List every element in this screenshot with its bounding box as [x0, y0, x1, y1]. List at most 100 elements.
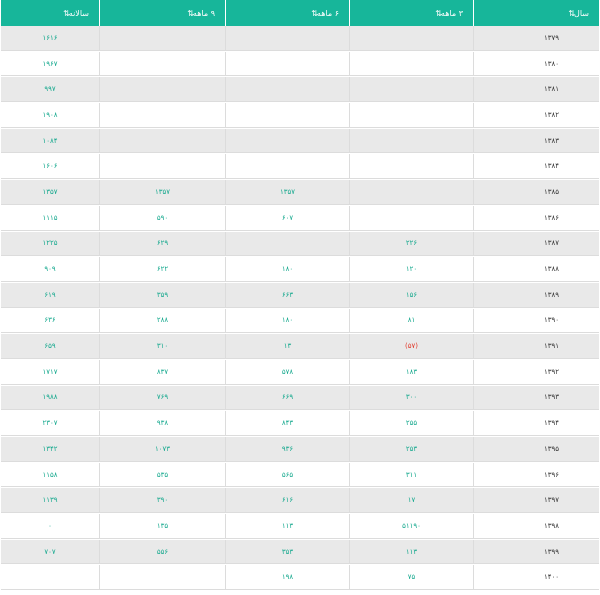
cell-year: ۱۳۹۵ — [473, 437, 599, 462]
table-row: ۱۳۸۵ ۱۳۵۷ ۱۳۵۷ ۱۳۵۷ — [1, 180, 599, 206]
cell-9-month: ۶۲۹ — [99, 231, 225, 257]
cell-3-month — [349, 205, 473, 231]
cell-3-month: ۱۸۳ — [349, 359, 473, 385]
cell-annual: ۱۹۶۷ — [1, 51, 99, 77]
cell-annual: ۰ — [1, 514, 99, 539]
cell-9-month: ۹۳۸ — [99, 411, 225, 436]
table-row: ۱۳۸۱ ۹۹۷ — [1, 77, 599, 104]
table-row: ۱۳۸۶ ۶۰۷ ۵۹۰ ۱۱۱۵ — [1, 205, 599, 232]
cell-6-month — [225, 231, 349, 257]
cell-3-month — [349, 128, 473, 154]
cell-year: ۱۳۸۰ — [473, 51, 599, 77]
col-header-9-month[interactable]: ۹ ماهه ⇅ — [99, 0, 225, 26]
table-row: ۱۳۸۲ ۱۹۰۸ — [1, 103, 599, 129]
cell-annual: ۹۹۷ — [1, 77, 99, 103]
cell-6-month: ۵۶۵ — [225, 462, 349, 488]
table-row: ۱۳۹۷ ۱۷ ۶۱۶ ۳۹۰ ۱۱۳۹ — [1, 488, 599, 515]
cell-annual: ۹۰۹ — [1, 257, 99, 282]
cell-6-month: ۳۵۳ — [225, 539, 349, 565]
sort-icon[interactable]: ⇅ — [568, 9, 575, 18]
col-header-label: سال — [574, 8, 589, 18]
col-header-label: ۳ ماهه — [440, 8, 463, 18]
cell-year: ۱۳۸۹ — [473, 282, 599, 308]
cell-annual: ۱۶۰۶ — [1, 154, 99, 180]
cell-6-month: ۱۸۰ — [225, 257, 349, 282]
table-row: ۱۳۹۶ ۳۱۱ ۵۶۵ ۵۳۵ ۱۱۵۸ — [1, 462, 599, 489]
cell-9-month: ۲۸۸ — [99, 308, 225, 334]
cell-annual: ۱۱۱۵ — [1, 205, 99, 231]
cell-6-month — [225, 154, 349, 180]
table-row: ۱۳۹۱ (۵۷) ۱۳ ۳۱۰ ۶۵۹ — [1, 334, 599, 360]
cell-annual: ۱۹۸۸ — [1, 385, 99, 411]
cell-9-month: ۸۳۷ — [99, 359, 225, 385]
cell-3-month — [349, 26, 473, 51]
cell-9-month — [99, 51, 225, 77]
financial-table: سال ⇅ ۳ ماهه ⇅ ۶ ماهه ⇅ ۹ ماهه ⇅ سالانه … — [1, 0, 599, 592]
cell-9-month: ۱۳۵۷ — [99, 180, 225, 205]
cell-6-month: ۱۱۳ — [225, 514, 349, 539]
cell-9-month: ۵۳۵ — [99, 462, 225, 488]
table-row: ۱۳۸۰ ۱۹۶۷ — [1, 51, 599, 78]
table-row: ۱۳۸۹ ۱۵۶ ۶۶۳ ۳۵۹ ۶۱۹ — [1, 282, 599, 309]
cell-3-month: ۲۵۳ — [349, 437, 473, 462]
sort-icon[interactable]: ⇅ — [435, 9, 442, 18]
cell-9-month — [99, 26, 225, 51]
cell-3-month: ۷۵ — [349, 565, 473, 591]
cell-3-month — [349, 103, 473, 128]
sort-icon[interactable]: ⇅ — [311, 9, 318, 18]
cell-year: ۱۳۸۸ — [473, 257, 599, 282]
cell-3-month: ۱۲۰ — [349, 257, 473, 282]
table-body: ۱۳۷۹ ۱۶۱۶ ۱۳۸۰ ۱۹۶۷ ۱۳۸۱ ۹۹۷ ۱۳۸۲ ۱۹۰۸ ۱۳۸۳ ۱۰۸۴ ۱… — [1, 26, 599, 592]
cell-9-month: ۳۵۹ — [99, 282, 225, 308]
cell-3-month: ۵۱۱۹۰ — [349, 514, 473, 539]
cell-year: ۱۳۹۹ — [473, 539, 599, 565]
cell-9-month: ۶۲۲ — [99, 257, 225, 282]
cell-year: ۱۳۹۰ — [473, 308, 599, 334]
cell-3-month: ۳۱۱ — [349, 462, 473, 488]
cell-9-month: ۵۵۶ — [99, 539, 225, 565]
col-header-label: ۹ ماهه — [192, 8, 215, 18]
cell-6-month: ۱۹۸ — [225, 565, 349, 591]
table-row: ۱۴۰۰ ۷۵ ۱۹۸ — [1, 565, 599, 592]
col-header-year[interactable]: سال ⇅ — [473, 0, 599, 26]
cell-3-month: (۵۷) — [349, 334, 473, 359]
cell-6-month — [225, 128, 349, 154]
col-header-label: ۶ ماهه — [316, 8, 339, 18]
cell-6-month — [225, 77, 349, 103]
cell-3-month: ۲۲۶ — [349, 231, 473, 257]
cell-year: ۱۳۹۸ — [473, 514, 599, 539]
cell-6-month — [225, 51, 349, 77]
cell-annual: ۱۱۵۸ — [1, 462, 99, 488]
table-row: ۱۳۸۳ ۱۰۸۴ — [1, 128, 599, 155]
sort-icon[interactable]: ⇅ — [187, 9, 194, 18]
cell-6-month: ۵۷۸ — [225, 359, 349, 385]
cell-9-month: ۳۱۰ — [99, 334, 225, 359]
cell-3-month: ۱۱۳ — [349, 539, 473, 565]
cell-annual: ۱۷۱۷ — [1, 359, 99, 385]
sort-icon[interactable]: ⇅ — [63, 9, 70, 18]
cell-annual: ۶۱۹ — [1, 282, 99, 308]
table-header: سال ⇅ ۳ ماهه ⇅ ۶ ماهه ⇅ ۹ ماهه ⇅ سالانه … — [1, 0, 599, 26]
cell-9-month — [99, 77, 225, 103]
cell-6-month: ۶۶۹ — [225, 385, 349, 411]
cell-year: ۱۳۷۹ — [473, 26, 599, 51]
table-row: ۱۳۸۸ ۱۲۰ ۱۸۰ ۶۲۲ ۹۰۹ — [1, 257, 599, 283]
cell-annual: ۱۶۱۶ — [1, 26, 99, 51]
cell-year: ۱۳۸۴ — [473, 154, 599, 180]
cell-6-month: ۱۸۰ — [225, 308, 349, 334]
col-header-3-month[interactable]: ۳ ماهه ⇅ — [349, 0, 473, 26]
col-header-annual[interactable]: سالانه ⇅ — [1, 0, 99, 26]
col-header-6-month[interactable]: ۶ ماهه ⇅ — [225, 0, 349, 26]
cell-year: ۱۳۹۳ — [473, 385, 599, 411]
cell-annual: ۱۹۰۸ — [1, 103, 99, 128]
cell-6-month: ۱۳ — [225, 334, 349, 359]
cell-9-month: ۵۹۰ — [99, 205, 225, 231]
table-row: ۱۳۷۹ ۱۶۱۶ — [1, 26, 599, 52]
cell-9-month: ۷۶۹ — [99, 385, 225, 411]
table-row: ۱۳۸۷ ۲۲۶ ۶۲۹ ۱۲۲۵ — [1, 231, 599, 258]
cell-year: ۱۳۹۱ — [473, 334, 599, 359]
cell-3-month — [349, 51, 473, 77]
cell-9-month — [99, 565, 225, 591]
cell-year: ۱۳۹۲ — [473, 359, 599, 385]
cell-annual: ۱۱۳۹ — [1, 488, 99, 514]
